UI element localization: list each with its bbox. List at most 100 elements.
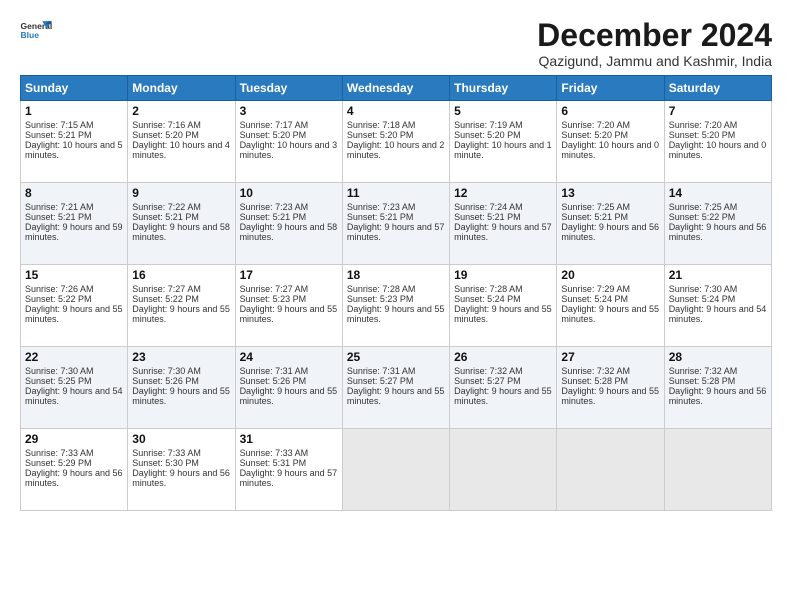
day-number: 27 [561,350,659,364]
sunrise: Sunrise: 7:20 AM [669,120,738,130]
daylight-label: Daylight: 9 hours and 55 minutes. [240,386,338,406]
daylight-label: Daylight: 9 hours and 56 minutes. [669,386,767,406]
day-number: 22 [25,350,123,364]
sunset: Sunset: 5:25 PM [25,376,92,386]
sunrise: Sunrise: 7:30 AM [669,284,738,294]
sunrise: Sunrise: 7:32 AM [561,366,630,376]
day-number: 6 [561,104,659,118]
header-friday: Friday [557,76,664,101]
daylight-label: Daylight: 9 hours and 55 minutes. [240,304,338,324]
sunrise: Sunrise: 7:30 AM [25,366,94,376]
calendar-cell: 27 Sunrise: 7:32 AMSunset: 5:28 PMDayligh… [557,347,664,429]
header-monday: Monday [128,76,235,101]
sunset: Sunset: 5:29 PM [25,458,92,468]
day-number: 16 [132,268,230,282]
page: General Blue December 2024 Qazigund, Jam… [0,0,792,612]
week-row-2: 15Sunrise: 7:26 AMSunset: 5:22 PMDayligh… [21,265,772,347]
sunset: Sunset: 5:22 PM [669,212,736,222]
day-number: 20 [561,268,659,282]
sunrise: Sunrise: 7:31 AM [347,366,416,376]
daylight-label: Daylight: 10 hours and 2 minutes. [347,140,445,160]
week-row-1: 8Sunrise: 7:21 AMSunset: 5:21 PMDaylight… [21,183,772,265]
calendar-cell: 30Sunrise: 7:33 AMSunset: 5:30 PMDayligh… [128,429,235,511]
calendar-cell: 18Sunrise: 7:28 AMSunset: 5:23 PMDayligh… [342,265,449,347]
calendar-cell: 10Sunrise: 7:23 AMSunset: 5:21 PMDayligh… [235,183,342,265]
day-number: 7 [669,104,767,118]
header: General Blue December 2024 Qazigund, Jam… [20,18,772,69]
sunset: Sunset: 5:27 PM [347,376,414,386]
daylight-label: Daylight: 9 hours and 57 minutes. [240,468,338,488]
calendar-cell: 14Sunrise: 7:25 AMSunset: 5:22 PMDayligh… [664,183,771,265]
sunrise: Sunrise: 7:27 AM [240,284,309,294]
sunset: Sunset: 5:31 PM [240,458,307,468]
month-title: December 2024 [537,18,772,53]
day-number: 12 [454,186,552,200]
week-row-4: 29 Sunrise: 7:33 AMSunset: 5:29 PM Dayligh… [21,429,772,511]
sunset: Sunset: 5:22 PM [25,294,92,304]
daylight-label: Daylight: 9 hours and 55 minutes. [347,386,445,406]
sunrise: Sunrise: 7:19 AM [454,120,523,130]
daylight-label: Daylight: 9 hours and 55 minutes. [561,386,659,406]
daylight-label: Daylight: 9 hours and 55 minutes. [454,386,552,406]
calendar-cell: 19Sunrise: 7:28 AMSunset: 5:24 PMDayligh… [450,265,557,347]
sunset: Sunset: 5:20 PM [561,130,628,140]
calendar-cell: 11Sunrise: 7:23 AMSunset: 5:21 PMDayligh… [342,183,449,265]
calendar-cell: 23Sunrise: 7:30 AMSunset: 5:26 PMDayligh… [128,347,235,429]
daylight-label: Daylight: 9 hours and 59 minutes. [25,222,123,242]
day-number: 1 [25,104,123,118]
calendar-cell: 22 Sunrise: 7:30 AMSunset: 5:25 PMDayligh… [21,347,128,429]
sunset: Sunset: 5:27 PM [454,376,521,386]
sunrise: Sunrise: 7:25 AM [561,202,630,212]
calendar-cell: 8Sunrise: 7:21 AMSunset: 5:21 PMDaylight… [21,183,128,265]
calendar-cell: 9Sunrise: 7:22 AMSunset: 5:21 PMDaylight… [128,183,235,265]
day-number: 2 [132,104,230,118]
daylight-label: Daylight: 9 hours and 56 minutes. [669,222,767,242]
day-number: 29 [25,432,123,446]
daylight-label: Daylight: 10 hours and 4 minutes. [132,140,230,160]
daylight-label: Daylight: 9 hours and 55 minutes. [347,304,445,324]
sunset: Sunset: 5:20 PM [132,130,199,140]
sunset: Sunset: 5:28 PM [561,376,628,386]
day-number: 21 [669,268,767,282]
calendar-cell: 1Sunrise: 7:15 AMSunset: 5:21 PMDaylight… [21,101,128,183]
daylight-label: Daylight: 9 hours and 56 minutes. [132,468,230,488]
calendar-cell: 25 Sunrise: 7:31 AMSunset: 5:27 PMDayligh… [342,347,449,429]
sunrise: Sunrise: 7:31 AM [240,366,309,376]
day-number: 5 [454,104,552,118]
daylight-label: Daylight: 10 hours and 0 minutes. [561,140,659,160]
calendar-cell: 4Sunrise: 7:18 AMSunset: 5:20 PMDaylight… [342,101,449,183]
sunrise: Sunrise: 7:23 AM [347,202,416,212]
sunrise: Sunrise: 7:33 AM [25,448,94,458]
daylight-label: Daylight: 10 hours and 5 minutes. [25,140,123,160]
calendar: SundayMondayTuesdayWednesdayThursdayFrid… [20,75,772,511]
daylight-label: Daylight: 9 hours and 58 minutes. [240,222,338,242]
day-number: 19 [454,268,552,282]
day-number: 28 [669,350,767,364]
daylight-label: Daylight: 9 hours and 58 minutes. [132,222,230,242]
day-number: 13 [561,186,659,200]
day-number: 24 [240,350,338,364]
calendar-cell [664,429,771,511]
calendar-cell: 16Sunrise: 7:27 AMSunset: 5:22 PMDayligh… [128,265,235,347]
day-number: 30 [132,432,230,446]
day-number: 25 [347,350,445,364]
sunrise: Sunrise: 7:24 AM [454,202,523,212]
sunrise: Sunrise: 7:32 AM [669,366,738,376]
daylight-label: Daylight: 9 hours and 54 minutes. [25,386,123,406]
sunset: Sunset: 5:24 PM [561,294,628,304]
header-thursday: Thursday [450,76,557,101]
day-number: 15 [25,268,123,282]
sunset: Sunset: 5:21 PM [347,212,414,222]
day-number: 4 [347,104,445,118]
subtitle: Qazigund, Jammu and Kashmir, India [537,53,772,69]
sunset: Sunset: 5:30 PM [132,458,199,468]
calendar-cell: 24Sunrise: 7:31 AMSunset: 5:26 PMDayligh… [235,347,342,429]
daylight-label: Daylight: 9 hours and 55 minutes. [132,386,230,406]
day-number: 11 [347,186,445,200]
daylight-label: Daylight: 9 hours and 55 minutes. [25,304,123,324]
sunset: Sunset: 5:20 PM [240,130,307,140]
sunset: Sunset: 5:23 PM [347,294,414,304]
calendar-cell: 17Sunrise: 7:27 AMSunset: 5:23 PMDayligh… [235,265,342,347]
calendar-cell: 3Sunrise: 7:17 AMSunset: 5:20 PMDaylight… [235,101,342,183]
calendar-cell: 28Sunrise: 7:32 AMSunset: 5:28 PMDayligh… [664,347,771,429]
